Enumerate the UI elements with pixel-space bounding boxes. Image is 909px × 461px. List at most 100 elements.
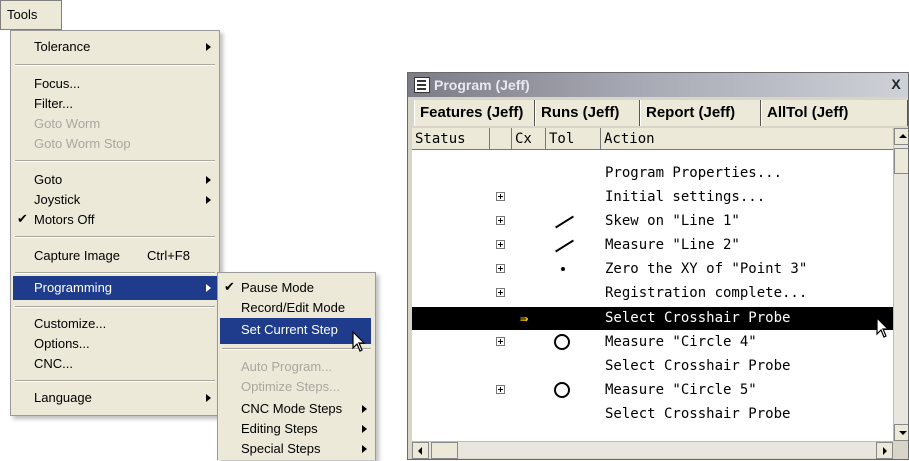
menu-item-programming[interactable]: Programming — [13, 276, 217, 300]
menu-item-set-current-step[interactable]: Set Current Step — [220, 318, 371, 344]
menu-item-label: Filter... — [34, 96, 74, 111]
tab-label: Report (Jeff) — [646, 104, 736, 121]
menu-separator — [15, 64, 215, 66]
step-action: Zero the XY of "Point 3" — [605, 261, 808, 277]
window-titlebar[interactable]: Program (Jeff) X — [408, 73, 908, 97]
column-header-status[interactable]: Status — [412, 128, 490, 150]
scroll-right-button[interactable] — [876, 442, 893, 459]
menu-item-label: Goto Worm — [34, 116, 101, 131]
menu-item-label: Capture Image — [34, 248, 120, 263]
expand-icon[interactable] — [496, 240, 505, 249]
menu-item-label: Auto Program... — [241, 359, 333, 374]
tab-alltol[interactable]: AllTol (Jeff) — [761, 100, 908, 126]
table-row[interactable]: Skew on "Line 1" — [412, 210, 893, 233]
checkmark-icon: ✔ — [17, 211, 28, 226]
step-action: Measure "Circle 4" — [605, 334, 757, 350]
menu-separator — [222, 348, 371, 350]
column-header-tol[interactable]: Tol — [546, 128, 601, 150]
submenu-arrow-icon — [206, 394, 211, 402]
menu-item-label: Tolerance — [34, 39, 91, 54]
menu-item-label: Options... — [34, 336, 90, 351]
menu-item-label: Language — [34, 390, 92, 405]
submenu-arrow-icon — [206, 284, 211, 292]
menu-item-shortcut: Ctrl+F8 — [147, 248, 190, 263]
vertical-scrollbar[interactable] — [893, 128, 908, 441]
table-row[interactable]: Initial settings... — [412, 186, 893, 209]
mouse-cursor-icon — [876, 317, 890, 338]
arrow-right-icon — [883, 447, 887, 455]
submenu-arrow-icon — [206, 43, 211, 51]
horizontal-scrollbar[interactable] — [412, 441, 893, 459]
table-row[interactable]: Select Crosshair Probe — [412, 355, 893, 378]
expand-icon[interactable] — [496, 192, 505, 201]
program-window: Program (Jeff) X Features (Jeff) Runs (J… — [407, 72, 909, 460]
column-header-label: Tol — [549, 131, 575, 147]
tab-runs[interactable]: Runs (Jeff) — [535, 100, 640, 126]
table-row[interactable]: Select Crosshair Probe — [412, 403, 893, 426]
menu-item-label: Focus... — [34, 76, 81, 91]
menu-separator — [15, 380, 215, 382]
expand-icon[interactable] — [496, 385, 505, 394]
scroll-up-button[interactable] — [894, 128, 908, 145]
line-icon — [555, 215, 574, 229]
tab-report[interactable]: Report (Jeff) — [640, 100, 761, 126]
scroll-left-button[interactable] — [412, 442, 429, 459]
column-header-action[interactable]: Action — [601, 128, 893, 150]
menu-item-record-edit-mode[interactable]: Record/Edit Mode — [220, 296, 373, 320]
menu-item-label: Record/Edit Mode — [241, 300, 346, 315]
menu-item-label: Pause Mode — [241, 280, 314, 295]
scroll-thumb[interactable] — [894, 148, 908, 174]
column-header-blank[interactable] — [490, 128, 512, 150]
tools-menu: Tolerance Focus... Filter... Goto Worm G… — [10, 30, 220, 416]
menu-item-label: Goto — [34, 172, 63, 187]
scroll-thumb-horizontal[interactable] — [431, 442, 458, 459]
tab-features[interactable]: Features (Jeff) — [414, 100, 535, 126]
table-row[interactable]: Zero the XY of "Point 3" — [412, 258, 893, 281]
table-row[interactable]: Measure "Circle 5" — [412, 379, 893, 402]
arrow-left-icon — [418, 447, 422, 455]
table-row[interactable]: Measure "Line 2" — [412, 234, 893, 257]
expand-icon[interactable] — [496, 288, 505, 297]
step-action: Select Crosshair Probe — [605, 358, 791, 374]
menu-item-cnc[interactable]: CNC... — [13, 352, 217, 376]
menu-item-capture-image[interactable]: Capture Image Ctrl+F8 — [13, 244, 217, 268]
mouse-cursor-icon — [352, 331, 366, 352]
menu-item-language[interactable]: Language — [13, 386, 217, 410]
close-icon[interactable]: X — [888, 76, 904, 93]
table-row[interactable]: Registration complete... — [412, 282, 893, 305]
step-action: Initial settings... — [605, 189, 766, 205]
menu-item-label: Programming — [34, 280, 113, 295]
menu-item-label: CNC... — [34, 356, 73, 371]
expand-icon[interactable] — [496, 216, 505, 225]
menu-item-label: Customize... — [34, 316, 107, 331]
scroll-down-button[interactable] — [894, 424, 908, 441]
menu-item-label: Set Current Step — [241, 322, 338, 337]
column-header-label: Action — [604, 131, 655, 147]
step-action: Measure "Line 2" — [605, 237, 740, 253]
point-icon — [561, 267, 565, 271]
program-steps-grid: Status Cx Tol Action Program Properties.… — [412, 128, 893, 441]
table-row[interactable]: Program Properties... — [412, 162, 893, 185]
line-icon — [555, 239, 574, 253]
tools-menu-button[interactable]: Tools — [0, 0, 62, 30]
expand-icon[interactable] — [496, 337, 505, 346]
expand-icon[interactable] — [496, 264, 505, 273]
menu-item-label: Optimize Steps... — [241, 379, 340, 394]
table-row[interactable]: Measure "Circle 4" — [412, 331, 893, 354]
step-action: Registration complete... — [605, 285, 808, 301]
menu-item-motors-off[interactable]: ✔ Motors Off — [13, 208, 217, 232]
submenu-arrow-icon — [206, 176, 211, 184]
menu-item-label: Motors Off — [34, 212, 95, 227]
column-header-cx[interactable]: Cx — [512, 128, 546, 150]
tab-strip: Features (Jeff) Runs (Jeff) Report (Jeff… — [408, 100, 908, 126]
menu-item-special-steps[interactable]: Special Steps — [220, 437, 373, 461]
submenu-arrow-icon — [362, 445, 367, 453]
menu-separator — [15, 306, 215, 308]
column-header-label: Cx — [515, 131, 532, 147]
tools-menu-label: Tools — [7, 7, 38, 22]
table-row-selected[interactable]: ⇛ Select Crosshair Probe — [412, 307, 893, 330]
circle-icon — [554, 382, 570, 398]
menu-item-tolerance[interactable]: Tolerance — [13, 35, 217, 59]
tab-label: AllTol (Jeff) — [767, 104, 849, 121]
menu-item-label: Editing Steps — [241, 421, 318, 436]
